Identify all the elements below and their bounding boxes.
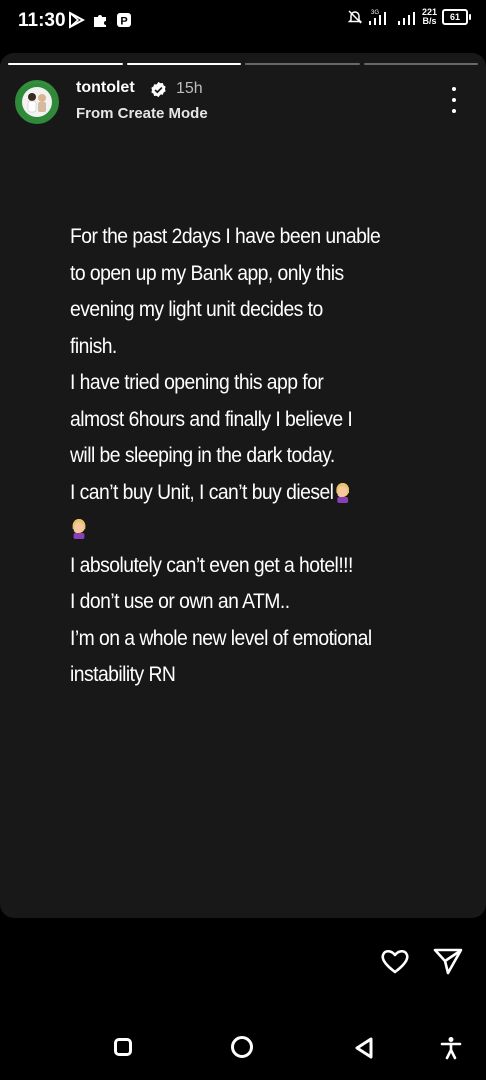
- back-button[interactable]: [352, 1036, 376, 1060]
- battery-icon: 61: [442, 9, 471, 25]
- story-subtitle[interactable]: From Create Mode: [76, 105, 208, 122]
- network-type: 3G: [371, 10, 379, 16]
- p-app-icon: P: [117, 13, 131, 28]
- status-time: 11:30: [18, 10, 66, 31]
- home-button[interactable]: [231, 1036, 253, 1058]
- verified-badge-icon: [151, 81, 166, 98]
- story-line: finish.: [70, 333, 117, 358]
- svg-text:P: P: [120, 16, 127, 28]
- battery-level: 61: [449, 12, 460, 22]
- story-line: I’m on a whole new level of emotional: [70, 625, 372, 650]
- story-line-with-emoji: [70, 510, 430, 547]
- story-line: I have tried opening this app for: [70, 370, 324, 394]
- more-options-icon[interactable]: [444, 87, 464, 113]
- puzzle-icon: [94, 15, 106, 27]
- mute-icon: [347, 10, 363, 24]
- story-time-ago: 15h: [176, 80, 203, 97]
- story-line-with-emoji: I can’t buy Unit, I can’t buy diesel: [70, 474, 430, 511]
- story-progress: [8, 63, 478, 65]
- status-bar: 11:30 P 3G 221 B/s 61: [0, 0, 486, 42]
- story-line: I don’t use or own an ATM..: [70, 589, 290, 613]
- navigation-bar: [0, 1010, 486, 1080]
- send-icon[interactable]: [432, 946, 464, 976]
- facepalm-emoji-icon: [336, 482, 349, 503]
- story-text: For the past 2days I have been unable to…: [70, 218, 430, 693]
- heart-icon[interactable]: [380, 947, 410, 975]
- status-right-icons: 3G 221 B/s 61: [347, 8, 471, 26]
- status-left-icons: P: [68, 11, 132, 29]
- story-card[interactable]: tontolet 15h From Create Mode For the pa…: [0, 53, 486, 918]
- avatar[interactable]: [15, 80, 59, 124]
- recent-apps-button[interactable]: [114, 1038, 132, 1056]
- story-line: instability RN: [70, 662, 176, 686]
- story-line: will be sleeping in the dark today.: [70, 443, 335, 467]
- facepalm-emoji-icon: [72, 519, 86, 539]
- story-line: to open up my Bank app, only this: [70, 260, 344, 285]
- signal-icon: 3G: [368, 10, 386, 25]
- accessibility-icon[interactable]: [440, 1036, 462, 1060]
- progress-segment: [363, 63, 478, 65]
- play-store-icon: [69, 11, 85, 29]
- speed-unit: B/s: [422, 16, 437, 26]
- progress-segment: [8, 63, 123, 65]
- progress-segment: [245, 63, 360, 65]
- network-speed: 221 B/s: [422, 8, 437, 26]
- story-line: almost 6hours and finally I believe I: [70, 406, 353, 431]
- story-line: I absolutely can’t even get a hotel!!!: [70, 552, 353, 577]
- avatar-image: [17, 82, 57, 122]
- story-username[interactable]: tontolet: [76, 79, 135, 97]
- story-line: I can’t buy Unit, I can’t buy diesel: [70, 479, 334, 504]
- story-line: For the past 2days I have been unable: [70, 224, 381, 248]
- progress-segment: [126, 63, 241, 65]
- signal-icon: [397, 12, 415, 25]
- story-line: evening my light unit decides to: [70, 297, 323, 321]
